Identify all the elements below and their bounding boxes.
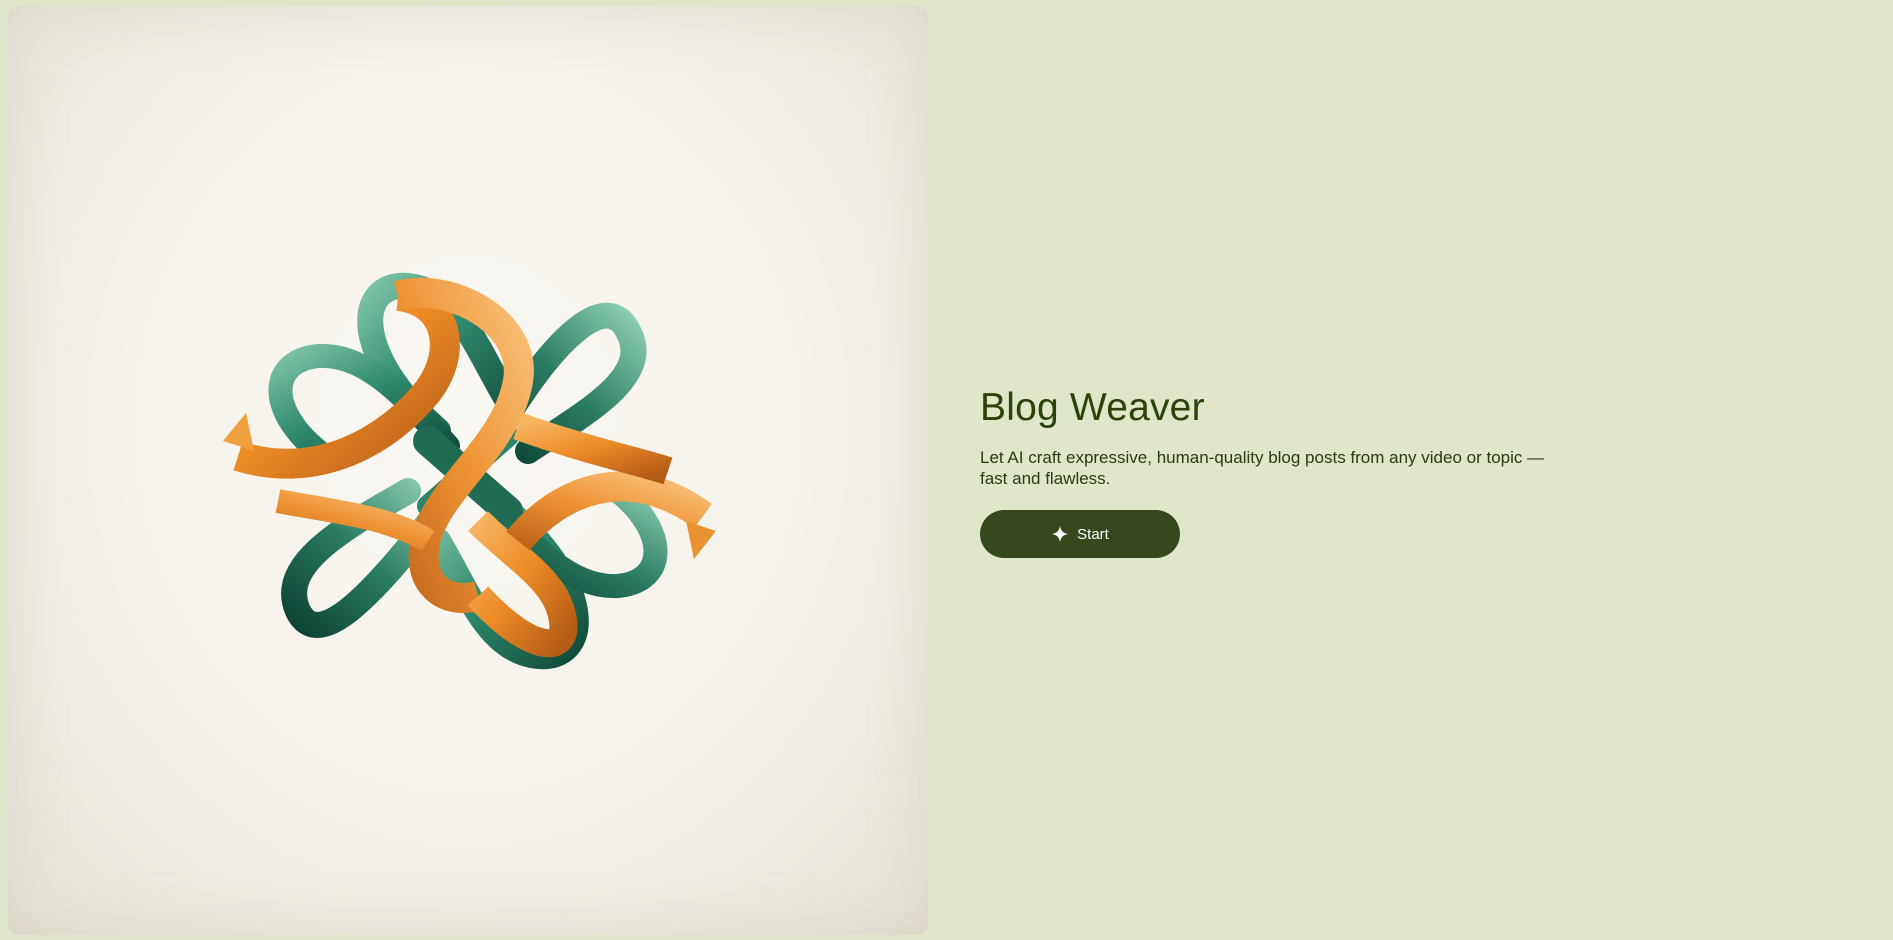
page-title: Blog Weaver (980, 386, 1205, 429)
hero-illustration-panel (8, 6, 928, 935)
intro-section: Blog Weaver Let AI craft expressive, hum… (980, 385, 1580, 558)
sparkle-icon (1051, 525, 1069, 543)
app-root: Blog Weaver Let AI craft expressive, hum… (0, 0, 1893, 940)
start-button-label: Start (1077, 525, 1109, 543)
page-description: Let AI craft expressive, human-quality b… (980, 448, 1545, 488)
start-button[interactable]: Start (980, 510, 1180, 558)
ribbon-knot-illustration (223, 272, 716, 670)
